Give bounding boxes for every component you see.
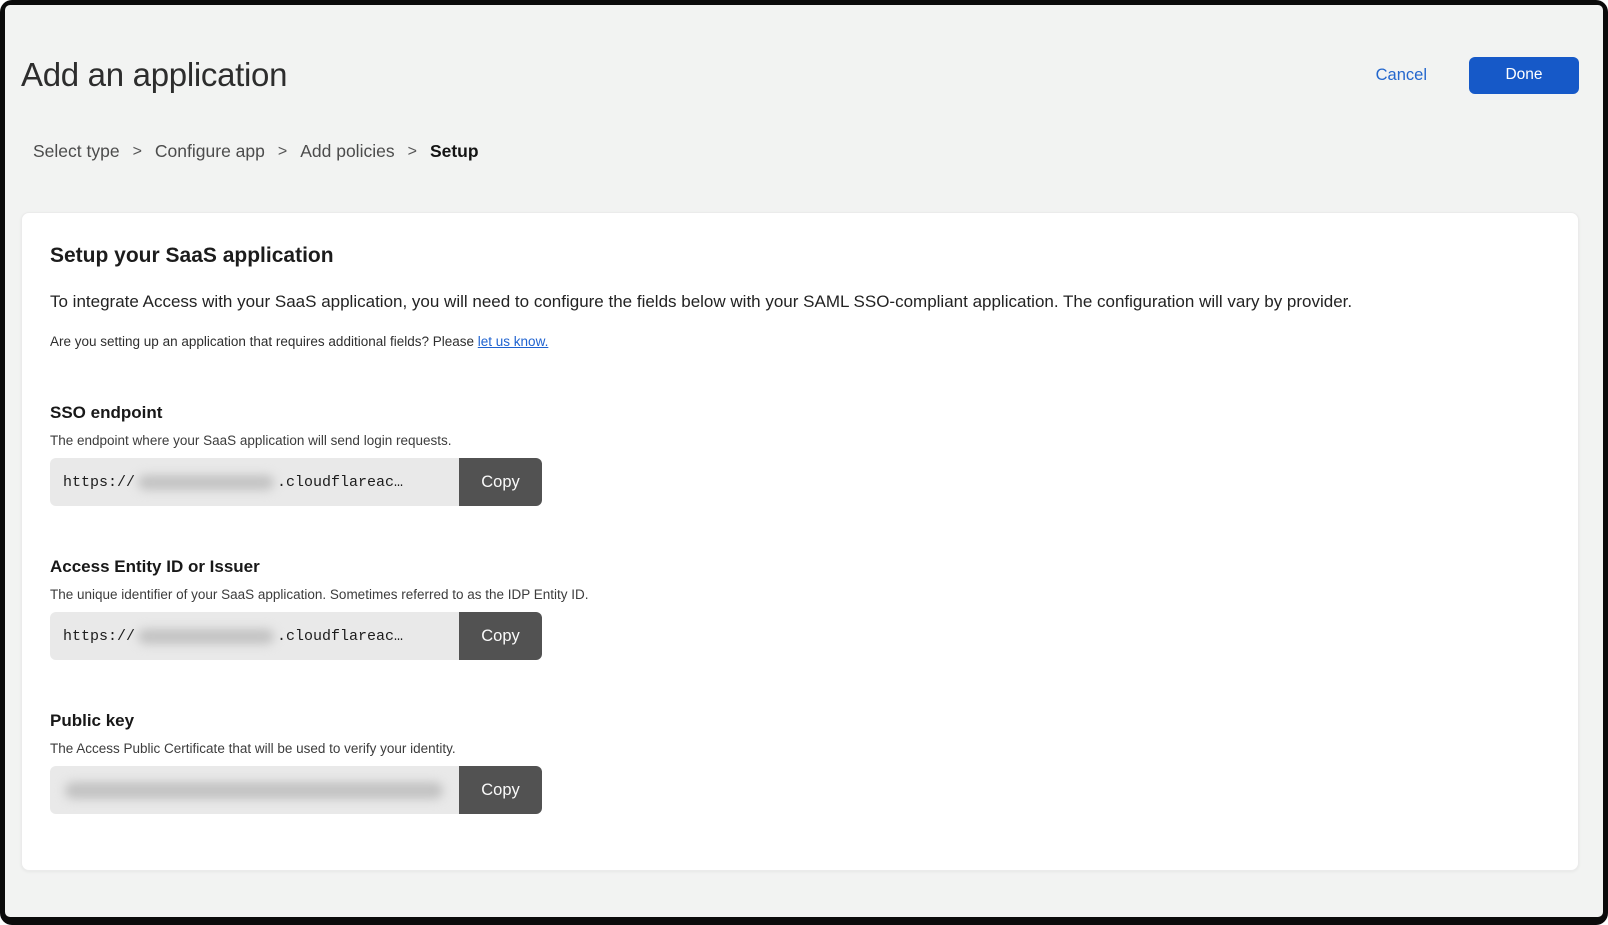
field-group-sso-endpoint: SSO endpoint The endpoint where your Saa… xyxy=(50,402,1550,506)
redacted-text-blur xyxy=(138,629,274,644)
value-prefix: https:// xyxy=(63,628,135,645)
sso-endpoint-copy-button[interactable]: Copy xyxy=(459,458,542,506)
let-us-know-link[interactable]: let us know. xyxy=(478,334,549,349)
cancel-button[interactable]: Cancel xyxy=(1376,66,1427,85)
page-header: Add an application Cancel Done xyxy=(5,5,1603,95)
public-key-value xyxy=(50,766,459,814)
access-entity-id-label: Access Entity ID or Issuer xyxy=(50,556,1550,577)
breadcrumb: Select type > Configure app > Add polici… xyxy=(33,141,1603,162)
breadcrumb-add-policies[interactable]: Add policies xyxy=(300,141,394,162)
card-note-text: Are you setting up an application that r… xyxy=(50,333,1550,350)
breadcrumb-separator: > xyxy=(278,143,287,161)
setup-card: Setup your SaaS application To integrate… xyxy=(21,212,1579,871)
access-entity-id-value: https:// .cloudflareac… xyxy=(50,612,459,660)
value-suffix: .cloudflareac… xyxy=(277,474,403,491)
done-button[interactable]: Done xyxy=(1469,57,1579,94)
window-frame: Add an application Cancel Done Select ty… xyxy=(0,0,1608,925)
note-prefix: Are you setting up an application that r… xyxy=(50,334,478,349)
redacted-text-blur xyxy=(138,475,274,490)
breadcrumb-setup-active: Setup xyxy=(430,141,479,162)
public-key-row: Copy xyxy=(50,766,542,814)
redacted-text-blur xyxy=(65,782,443,799)
public-key-description: The Access Public Certificate that will … xyxy=(50,740,1550,757)
access-entity-id-copy-button[interactable]: Copy xyxy=(459,612,542,660)
sso-endpoint-description: The endpoint where your SaaS application… xyxy=(50,432,1550,449)
access-entity-id-description: The unique identifier of your SaaS appli… xyxy=(50,586,1550,603)
breadcrumb-configure-app[interactable]: Configure app xyxy=(155,141,265,162)
breadcrumb-select-type[interactable]: Select type xyxy=(33,141,120,162)
field-group-access-entity-id: Access Entity ID or Issuer The unique id… xyxy=(50,556,1550,660)
card-intro-text: To integrate Access with your SaaS appli… xyxy=(50,290,1550,313)
page-title: Add an application xyxy=(21,55,287,95)
page-background: Add an application Cancel Done Select ty… xyxy=(5,5,1603,917)
public-key-copy-button[interactable]: Copy xyxy=(459,766,542,814)
card-heading: Setup your SaaS application xyxy=(50,243,1550,269)
breadcrumb-separator: > xyxy=(133,143,142,161)
value-suffix: .cloudflareac… xyxy=(277,628,403,645)
sso-endpoint-label: SSO endpoint xyxy=(50,402,1550,423)
sso-endpoint-value: https:// .cloudflareac… xyxy=(50,458,459,506)
breadcrumb-separator: > xyxy=(408,143,417,161)
value-prefix: https:// xyxy=(63,474,135,491)
access-entity-id-row: https:// .cloudflareac… Copy xyxy=(50,612,542,660)
sso-endpoint-row: https:// .cloudflareac… Copy xyxy=(50,458,542,506)
header-actions: Cancel Done xyxy=(1376,57,1579,94)
field-group-public-key: Public key The Access Public Certificate… xyxy=(50,710,1550,814)
public-key-label: Public key xyxy=(50,710,1550,731)
